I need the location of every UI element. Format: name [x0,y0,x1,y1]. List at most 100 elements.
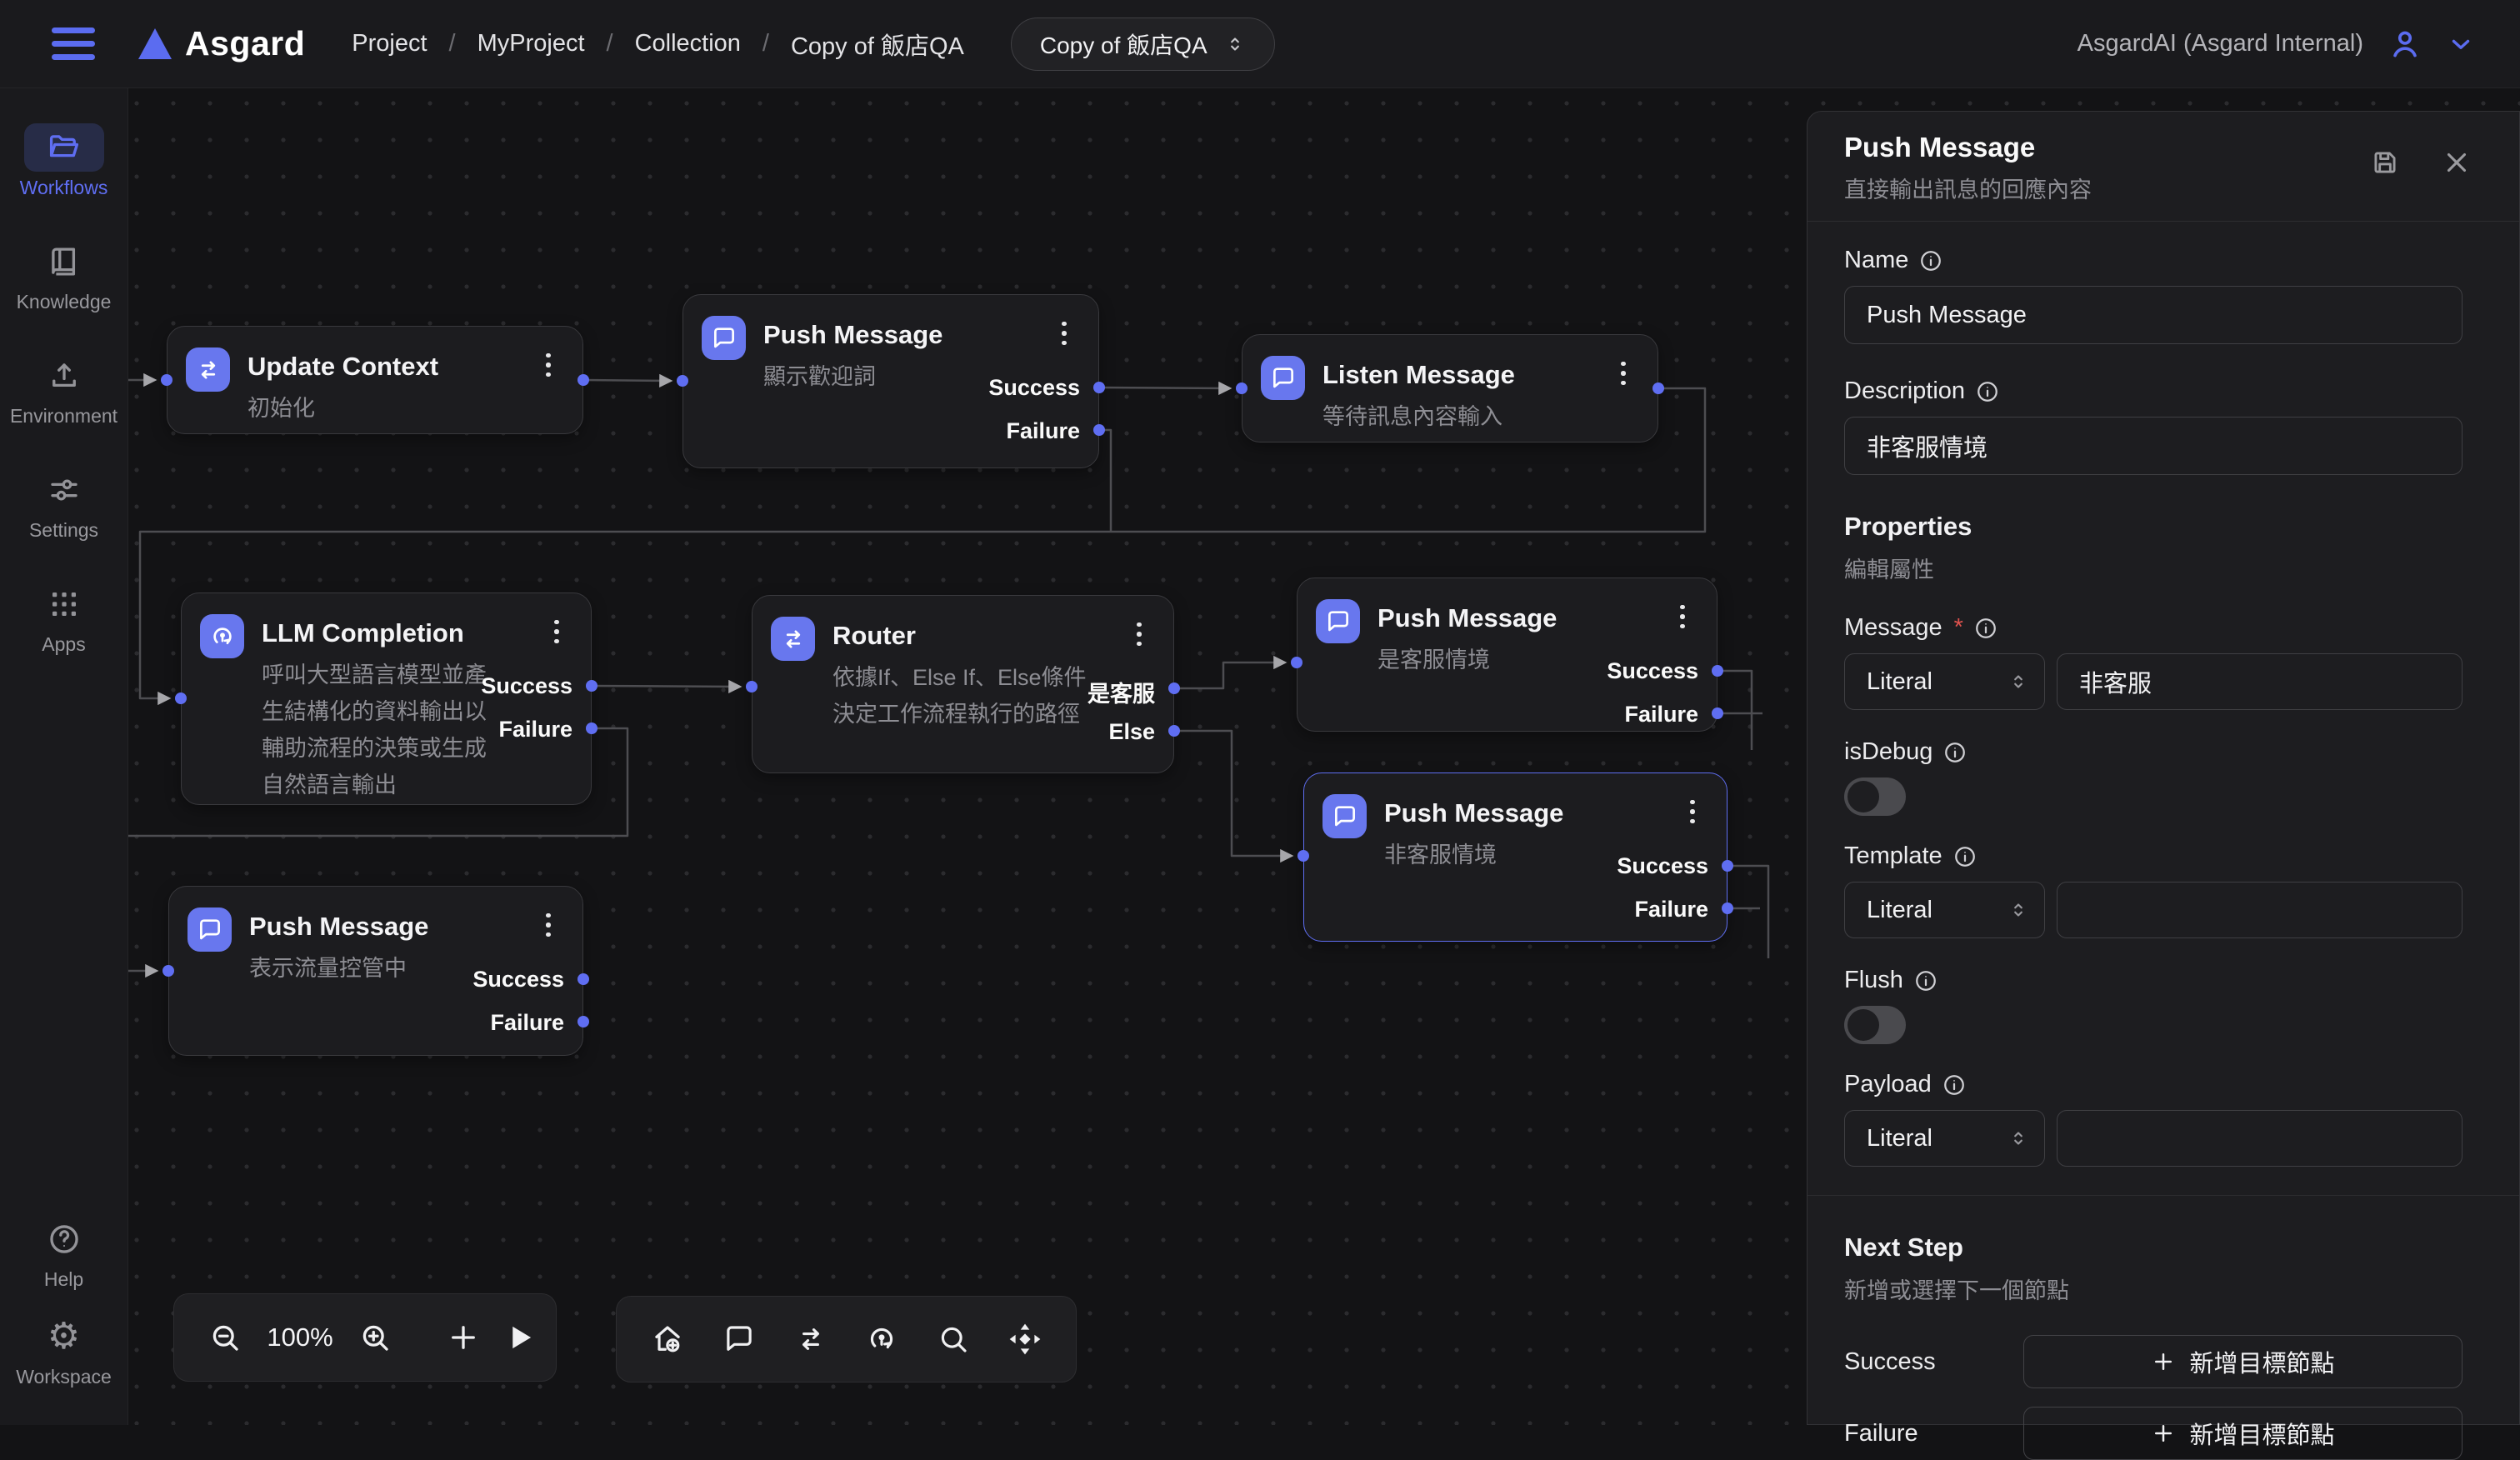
add-icon[interactable] [446,1320,481,1355]
output-port-label: Failure [498,717,572,742]
sidebar-item-workflows[interactable]: Workflows [20,123,108,199]
info-icon[interactable] [1973,616,1998,641]
node-push-message-traffic[interactable]: Push Message 表示流量控管中 Success Failure [168,886,583,1056]
edge [1099,430,1111,531]
description-field-label: Description [1844,378,2462,405]
zoom-in-icon[interactable] [358,1320,392,1355]
node-push-message-cs[interactable]: Push Message 是客服情境 Success Failure [1297,578,1718,732]
info-icon[interactable] [1952,844,1978,869]
top-navbar: Asgard Project / MyProject / Collection … [0,0,2520,88]
chevron-down-icon[interactable] [2447,30,2475,58]
info-icon[interactable] [1942,1072,1967,1098]
message-value-input[interactable] [2057,653,2462,710]
payload-field-label: Payload [1844,1071,2462,1098]
node-push-message-noncs-selected[interactable]: Push Message 非客服情境 Success Failure [1303,772,1728,942]
node-menu-button[interactable] [1053,317,1075,350]
select-chevrons-icon [2008,671,2029,692]
llm-bulb-icon [200,614,244,658]
next-step-success-label: Success [1844,1348,2023,1376]
node-title: Router [832,621,916,651]
book-icon [24,238,104,286]
node-menu-button[interactable] [546,615,568,648]
info-icon[interactable] [1913,968,1938,993]
node-subtitle: 顯示歡迎詞 [763,358,876,395]
node-llm-completion[interactable]: LLM Completion 呼叫大型語言模型並產生結構化的資料輸出以輔助流程的… [181,592,592,805]
isdebug-toggle[interactable] [1844,778,1906,816]
output-port-label: Else [1108,719,1155,745]
output-port-label: Failure [1634,897,1708,922]
help-circle-icon [24,1215,104,1263]
flush-toggle[interactable] [1844,1006,1906,1044]
payload-type-select[interactable]: Literal [1844,1110,2045,1167]
template-field-label: Template [1844,842,2462,870]
properties-section-subtitle: 編輯屬性 [1844,552,2462,584]
sidebar-item-knowledge[interactable]: Knowledge [17,238,112,313]
output-port-label: Failure [1624,702,1698,728]
name-input[interactable] [1844,286,2462,344]
user-icon[interactable] [2387,26,2423,62]
node-menu-button[interactable] [538,348,559,382]
breadcrumb-collection[interactable]: Collection [635,30,741,58]
output-port-label: Failure [490,1010,564,1036]
next-step-title: Next Step [1844,1232,2462,1262]
node-menu-button[interactable] [538,908,559,942]
message-field-label: Message* [1844,614,2462,642]
edge [583,380,671,381]
node-subtitle: 呼叫大型語言模型並產生結構化的資料輸出以輔助流程的決策或生成自然語言輸出 [262,657,488,803]
message-type-select[interactable]: Literal [1844,653,2045,710]
add-start-node-icon[interactable] [650,1322,685,1357]
breadcrumb-project[interactable]: Project [352,30,427,58]
llm-node-icon[interactable] [864,1322,899,1357]
sidebar-item-label: Settings [29,519,98,542]
node-router[interactable]: Router 依據If、Else If、Else條件決定工作流程執行的路徑 是客… [752,595,1174,773]
swap-node-icon[interactable] [793,1322,828,1357]
add-success-target-button[interactable]: 新增目標節點 [2023,1335,2462,1388]
move-canvas-icon[interactable] [1008,1322,1042,1357]
node-listen-message[interactable]: Listen Message 等待訊息內容輸入 [1242,334,1658,442]
node-menu-button[interactable] [1682,795,1703,828]
select-chevrons-icon [1224,33,1246,55]
output-port-label: Failure [1006,418,1080,444]
workflow-selector-dropdown[interactable]: Copy of 飯店QA [1011,18,1275,71]
account-name: AsgardAI (Asgard Internal) [2078,30,2363,58]
hamburger-menu-icon[interactable] [52,28,95,60]
run-workflow-button[interactable] [502,1320,538,1355]
zoom-out-icon[interactable] [208,1320,242,1355]
breadcrumb-separator: / [607,30,613,58]
node-update-context[interactable]: Update Context 初始化 [167,326,583,434]
breadcrumb-current[interactable]: Copy of 飯店QA [791,27,964,62]
sidebar-item-workspace[interactable]: ⚙ Workspace [16,1312,112,1388]
node-detail-panel: Push Message 直接輸出訊息的回應內容 Name Descriptio… [1807,111,2520,1425]
search-icon[interactable] [936,1322,971,1357]
info-icon[interactable] [1918,248,1943,273]
sidebar-item-label: Workspace [16,1366,112,1388]
isdebug-field-label: isDebug [1844,738,2462,766]
brand-name: Asgard [185,24,305,63]
add-failure-target-button[interactable]: 新增目標節點 [2023,1407,2462,1460]
description-input[interactable] [1844,417,2462,475]
info-icon[interactable] [1975,379,2000,404]
info-icon[interactable] [1942,740,1968,765]
sidebar-item-help[interactable]: Help [24,1215,104,1291]
sidebar-item-label: Environment [10,405,118,428]
node-title: LLM Completion [262,618,464,648]
breadcrumb-myproject[interactable]: MyProject [478,30,585,58]
save-icon[interactable] [2369,147,2401,178]
message-node-icon[interactable] [722,1322,757,1357]
template-type-select[interactable]: Literal [1844,882,2045,938]
node-push-message-welcome[interactable]: Push Message 顯示歡迎詞 Success Failure [682,294,1099,468]
node-menu-button[interactable] [1128,618,1150,651]
sidebar-item-environment[interactable]: Environment [10,352,118,428]
payload-value-input[interactable] [2057,1110,2462,1167]
folder-icon [24,123,104,172]
sidebar-item-apps[interactable]: Apps [24,580,104,656]
sidebar-item-settings[interactable]: Settings [24,466,104,542]
output-port-label: Success [988,375,1080,401]
node-menu-button[interactable] [1672,600,1693,633]
template-value-input[interactable] [2057,882,2462,938]
edge [592,686,740,687]
node-menu-button[interactable] [1612,357,1634,390]
chat-bubble-icon [1316,599,1360,643]
close-icon[interactable] [2441,147,2472,178]
output-port-label: Success [472,967,564,992]
